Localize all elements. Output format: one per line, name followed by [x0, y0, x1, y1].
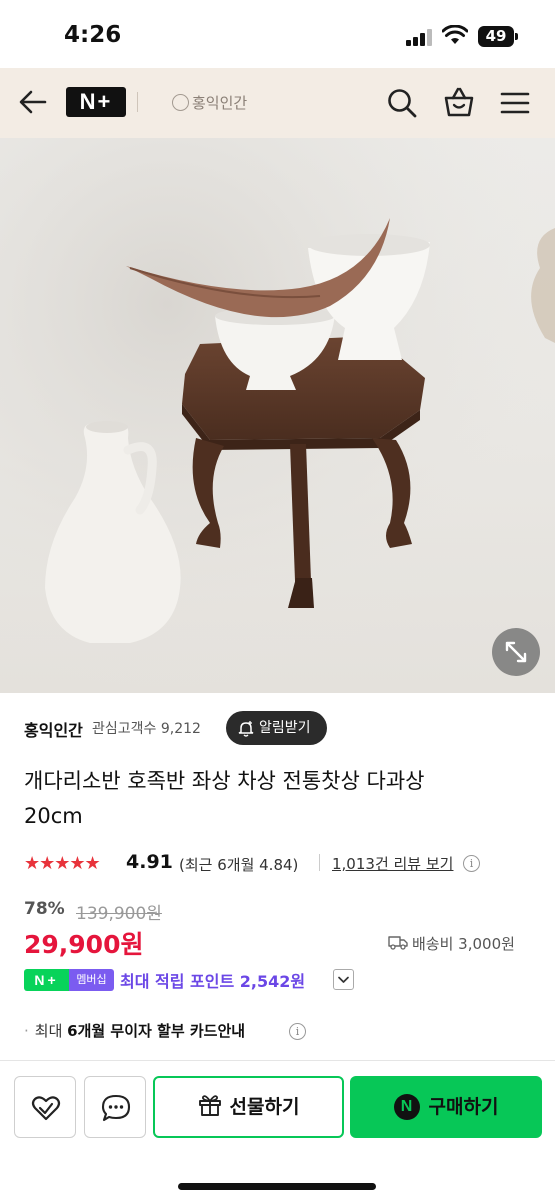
- nplus-badge-right: 멤버십: [69, 969, 114, 991]
- chat-bubble-icon: [101, 1094, 131, 1122]
- product-image[interactable]: [0, 138, 555, 693]
- installment-bold: 6개월 무이자 할부 카드안내: [67, 1022, 246, 1040]
- seller-name[interactable]: 홍익인간: [24, 717, 83, 741]
- product-title-line1: 개다리소반 호족반 좌상 차상 전통찻상 다과상: [24, 769, 425, 793]
- store-seal-icon: [172, 94, 189, 111]
- wishlist-button[interactable]: [14, 1076, 76, 1138]
- sale-price: 29,900원: [24, 930, 144, 959]
- hamburger-menu-icon[interactable]: [500, 91, 530, 115]
- rating-recent: (최근 6개월 4.84): [179, 856, 299, 874]
- discount-rate: 78%: [24, 899, 65, 919]
- header-divider: [137, 92, 138, 112]
- installment-info[interactable]: · 최대 6개월 무이자 할부 카드안내: [24, 1020, 245, 1041]
- original-price: 139,900원: [76, 904, 162, 924]
- shopping-bag-icon[interactable]: [443, 86, 475, 118]
- back-arrow-icon[interactable]: [18, 87, 48, 117]
- installment-prefix: 최대: [34, 1022, 63, 1040]
- expand-arrows-icon: [505, 641, 527, 663]
- seller-followers: 관심고객수 9,212: [92, 721, 201, 737]
- nplus-badge-left: N+: [24, 969, 69, 991]
- nplus-logo[interactable]: N+: [66, 87, 126, 117]
- rating-score: 4.91: [126, 851, 173, 873]
- heart-check-icon: [31, 1096, 61, 1121]
- buy-button-label: 구매하기: [428, 1096, 499, 1118]
- battery-icon: 49: [478, 26, 518, 47]
- truck-icon: [388, 936, 408, 950]
- alert-subscribe-button[interactable]: 알림받기: [226, 711, 327, 745]
- installment-info-icon[interactable]: i: [289, 1023, 306, 1040]
- shipping-fee-text: 배송비 3,000원: [412, 935, 515, 953]
- shipping-fee: 배송비 3,000원: [388, 933, 515, 954]
- store-logo-text: 홍익인간: [192, 94, 248, 112]
- nav-header: N+ 홍익인간: [0, 68, 555, 138]
- review-link[interactable]: 1,013건 리뷰 보기: [332, 853, 453, 874]
- product-title: 개다리소반 호족반 좌상 차상 전통찻상 다과상 20cm: [24, 764, 524, 834]
- rating-divider: [319, 854, 320, 871]
- bottom-action-bar: 선물하기 N 구매하기: [0, 1060, 555, 1200]
- naver-pay-icon: N: [393, 1094, 420, 1120]
- rating-stars: ★★★★★: [24, 853, 101, 874]
- product-photo: [0, 138, 555, 693]
- info-icon[interactable]: i: [463, 855, 480, 872]
- gift-button[interactable]: 선물하기: [153, 1076, 344, 1138]
- bullet-icon: ·: [24, 1022, 29, 1040]
- status-time: 4:26: [64, 22, 122, 48]
- cellular-signal-icon: [406, 28, 432, 46]
- search-icon[interactable]: [386, 87, 418, 119]
- home-indicator: [178, 1183, 376, 1190]
- status-bar: 4:26 49: [0, 0, 555, 68]
- gift-button-label: 선물하기: [229, 1096, 300, 1118]
- gift-icon: [198, 1095, 221, 1116]
- nplus-membership-badge: N+ 멤버십: [24, 969, 114, 991]
- buy-button[interactable]: N 구매하기: [350, 1076, 542, 1138]
- store-logo[interactable]: 홍익인간: [172, 92, 247, 113]
- alert-subscribe-label: 알림받기: [259, 720, 311, 736]
- chat-button[interactable]: [84, 1076, 146, 1138]
- chevron-down-icon: [338, 976, 349, 983]
- points-expand-toggle[interactable]: [333, 969, 354, 990]
- bell-plus-icon: [238, 721, 254, 737]
- wifi-icon: [442, 25, 468, 44]
- max-points-text: 최대 적립 포인트 2,542원: [120, 972, 306, 991]
- expand-image-button[interactable]: [492, 628, 540, 676]
- product-title-line2: 20cm: [24, 804, 83, 828]
